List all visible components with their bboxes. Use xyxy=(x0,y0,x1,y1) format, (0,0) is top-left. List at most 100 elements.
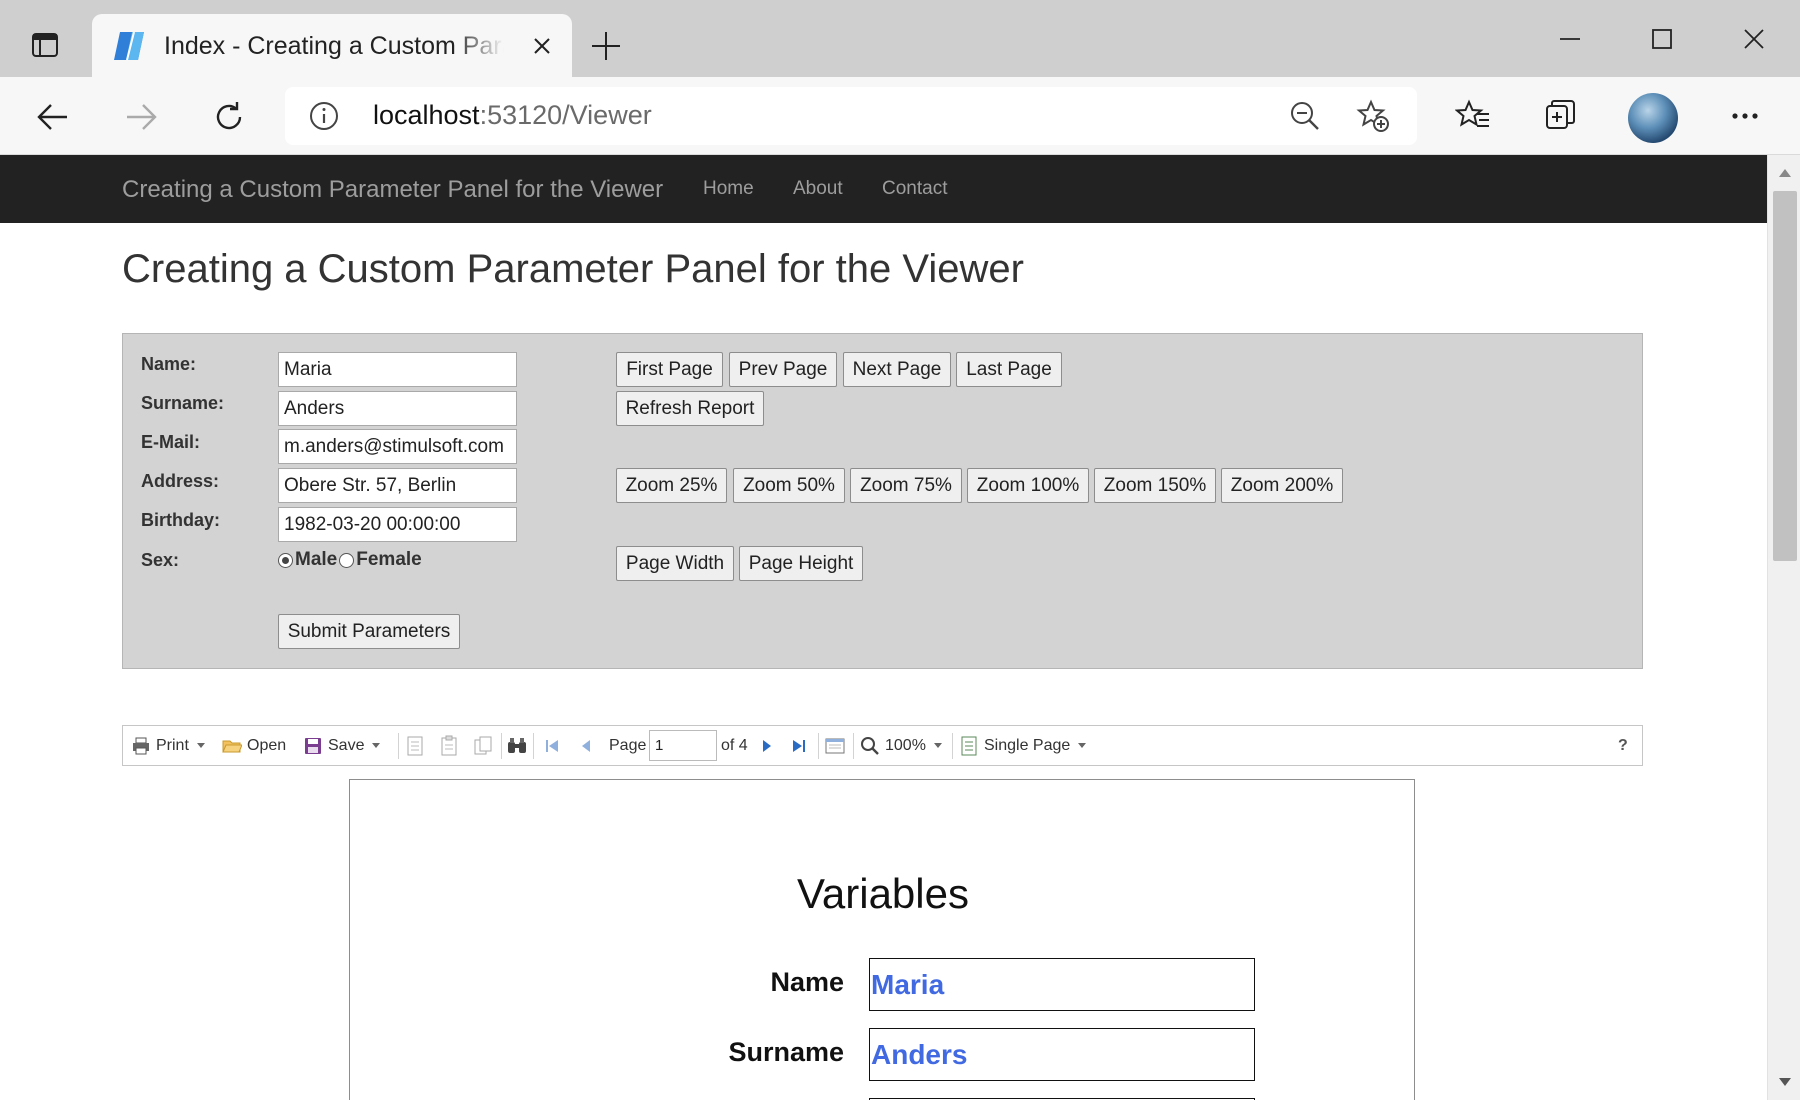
refresh-icon[interactable] xyxy=(209,97,249,137)
plus-icon[interactable] xyxy=(588,28,624,64)
toolbar-divider xyxy=(853,733,854,759)
zoom-menu[interactable]: 100% xyxy=(860,726,942,765)
birthday-field[interactable]: 1982-03-20 00:00:00 xyxy=(278,507,517,542)
url-host: localhost xyxy=(373,100,480,130)
prev-page-icon[interactable] xyxy=(576,726,601,765)
last-page-icon[interactable] xyxy=(789,726,814,765)
female-radio-label[interactable]: Female xyxy=(356,549,421,571)
page-width-button[interactable]: Page Width xyxy=(616,546,734,581)
report-page: Variables Name Maria Surname Anders xyxy=(349,779,1415,1100)
report-viewer-toolbar: Print Open Save Page 1 of 4 100% Single … xyxy=(122,725,1643,766)
male-radio-label[interactable]: Male xyxy=(295,549,337,571)
print-menu[interactable]: Print xyxy=(131,726,205,765)
prev-page-button[interactable]: Prev Page xyxy=(729,352,837,387)
open-label: Open xyxy=(247,736,287,754)
tab-actions-icon[interactable] xyxy=(24,24,66,66)
open-button[interactable]: Open xyxy=(222,726,286,765)
parameters-toggle[interactable] xyxy=(438,726,465,765)
print-icon xyxy=(133,737,149,754)
page-title: Creating a Custom Parameter Panel for th… xyxy=(122,247,1024,291)
page-viewport: Creating a Custom Parameter Panel for th… xyxy=(0,155,1800,1100)
collections-icon[interactable] xyxy=(1540,95,1582,137)
name-field[interactable]: Maria xyxy=(278,352,517,387)
url-text[interactable]: localhost:53120/Viewer xyxy=(373,100,652,131)
site-navbar: Creating a Custom Parameter Panel for th… xyxy=(0,155,1767,223)
zoom-100-button[interactable]: Zoom 100% xyxy=(967,468,1089,503)
close-icon[interactable] xyxy=(528,32,556,60)
resources-icon xyxy=(474,736,492,754)
url-path: :53120/Viewer xyxy=(479,100,652,130)
sex-label: Sex: xyxy=(141,550,180,570)
more-icon[interactable] xyxy=(1724,95,1766,137)
nav-link-home[interactable]: Home xyxy=(703,178,754,200)
save-menu[interactable]: Save xyxy=(303,726,381,765)
refresh-report-button[interactable]: Refresh Report xyxy=(616,391,764,426)
close-window-icon[interactable] xyxy=(1734,22,1774,56)
full-screen-icon[interactable] xyxy=(824,726,851,765)
page-count: of 4 xyxy=(721,736,748,754)
last-page-button[interactable]: Last Page xyxy=(956,352,1062,387)
report-surname-value: Anders xyxy=(869,1028,1255,1081)
report-surname-label: Surname xyxy=(728,1037,844,1067)
profile-avatar[interactable] xyxy=(1628,93,1678,143)
report-name-value: Maria xyxy=(869,958,1255,1011)
parameters-icon xyxy=(441,735,457,755)
address-field[interactable]: Obere Str. 57, Berlin xyxy=(278,468,517,503)
female-radio[interactable] xyxy=(339,552,355,568)
toolbar-divider xyxy=(952,733,953,759)
zoom-value: 100% xyxy=(885,736,926,754)
save-label: Save xyxy=(328,736,365,754)
find-button[interactable] xyxy=(506,726,533,765)
page-height-button[interactable]: Page Height xyxy=(739,546,863,581)
nav-link-about[interactable]: About xyxy=(793,178,843,200)
scroll-thumb[interactable] xyxy=(1773,191,1797,561)
star-add-icon[interactable] xyxy=(1356,99,1390,133)
folder-icon xyxy=(222,740,242,752)
surname-field[interactable]: Anders xyxy=(278,391,517,426)
submit-parameters-button[interactable]: Submit Parameters xyxy=(278,614,460,649)
address-bar[interactable]: localhost:53120/Viewer xyxy=(285,87,1417,145)
zoom-25-button[interactable]: Zoom 25% xyxy=(616,468,727,503)
toolbar-divider xyxy=(501,733,502,759)
maximize-icon[interactable] xyxy=(1642,22,1682,56)
navbar-brand[interactable]: Creating a Custom Parameter Panel for th… xyxy=(122,176,663,204)
tab-title: Index - Creating a Custom Param xyxy=(164,32,504,60)
page-number-input[interactable]: 1 xyxy=(649,730,717,761)
favorites-icon[interactable] xyxy=(1452,95,1494,137)
resources-toggle[interactable] xyxy=(472,726,499,765)
bookmarks-icon xyxy=(407,736,423,755)
first-page-button[interactable]: First Page xyxy=(616,352,723,387)
zoom-150-button[interactable]: Zoom 150% xyxy=(1094,468,1216,503)
info-icon[interactable] xyxy=(309,101,339,131)
report-title: Variables xyxy=(797,870,969,917)
zoom-50-button[interactable]: Zoom 50% xyxy=(733,468,845,503)
bookmarks-toggle[interactable] xyxy=(404,726,431,765)
scroll-down-icon[interactable] xyxy=(1768,1068,1800,1096)
male-radio[interactable] xyxy=(278,552,293,568)
email-field[interactable]: m.anders@stimulsoft.com xyxy=(278,429,517,464)
single-page-icon xyxy=(961,736,977,755)
browser-tab[interactable]: Index - Creating a Custom Param xyxy=(92,14,572,78)
page-label: Page xyxy=(609,736,647,754)
page-favicon xyxy=(112,30,146,62)
browser-tab-bar: Index - Creating a Custom Param xyxy=(0,0,1800,78)
first-page-icon[interactable] xyxy=(542,726,567,765)
page-scrollbar[interactable] xyxy=(1767,155,1800,1100)
view-mode-label: Single Page xyxy=(984,736,1071,754)
back-arrow-icon[interactable] xyxy=(33,97,73,137)
next-page-icon[interactable] xyxy=(757,726,782,765)
minimize-icon[interactable] xyxy=(1550,22,1590,56)
toolbar-divider xyxy=(398,733,399,759)
next-page-button[interactable]: Next Page xyxy=(843,352,951,387)
name-label: Name: xyxy=(141,354,197,374)
zoom-75-button[interactable]: Zoom 75% xyxy=(850,468,962,503)
help-button[interactable]: ? xyxy=(1618,726,1628,765)
binoculars-icon xyxy=(508,737,526,753)
zoom-200-button[interactable]: Zoom 200% xyxy=(1221,468,1343,503)
forward-arrow-icon[interactable] xyxy=(121,97,161,137)
scroll-up-icon[interactable] xyxy=(1768,159,1800,187)
zoom-out-icon[interactable] xyxy=(1288,99,1322,133)
view-mode-menu[interactable]: Single Page xyxy=(959,726,1087,765)
address-label: Address: xyxy=(141,471,220,491)
nav-link-contact[interactable]: Contact xyxy=(882,178,947,200)
